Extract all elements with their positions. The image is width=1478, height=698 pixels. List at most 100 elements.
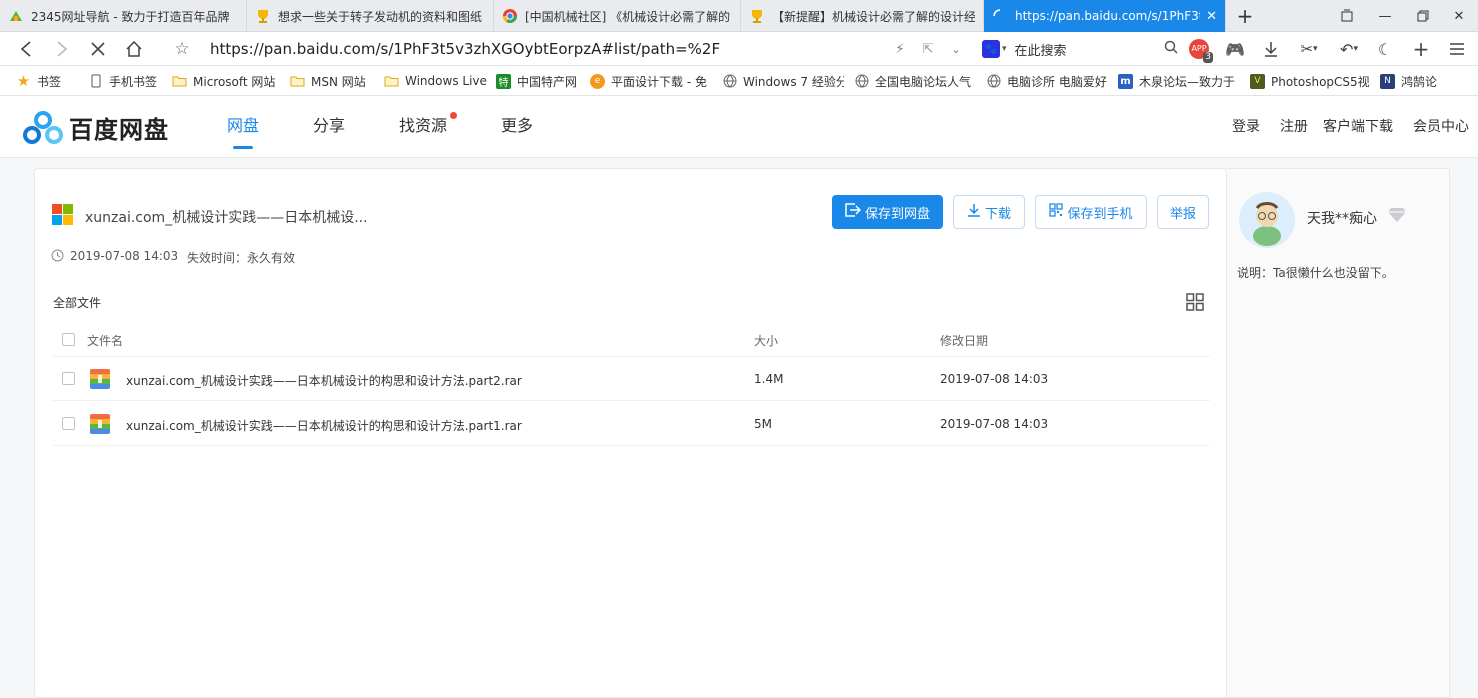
select-all-checkbox[interactable] [62, 333, 75, 346]
menu-icon[interactable] [1444, 32, 1470, 66]
night-mode-icon[interactable]: ☾ [1372, 32, 1398, 66]
button-label: 举报 [1169, 206, 1196, 222]
member-center-link[interactable]: 会员中心 [1413, 96, 1469, 158]
home-icon[interactable] [120, 32, 148, 66]
file-size: 5M [754, 417, 772, 431]
tab-reminder[interactable]: 【新提醒】机械设计必需了解的设计经 [741, 0, 984, 32]
url-field[interactable]: https://pan.baidu.com/s/1PhF3t5v3zhXGOyb… [210, 32, 720, 66]
bookmark-star-icon[interactable]: ☆ [168, 32, 196, 66]
2345-icon [8, 8, 24, 24]
sharer-description: 说明：Ta很懒什么也没留下。 [1237, 266, 1394, 280]
bookmark-label: MSN 网站 [311, 74, 366, 89]
file-name-link[interactable]: xunzai.com_机械设计实践——日本机械设计的构思和设计方法.part1.… [126, 417, 522, 434]
bookmark-label: 全国电脑论坛人气 [875, 74, 972, 89]
nav-find-resources[interactable]: 找资源 [399, 96, 447, 158]
report-button[interactable]: 举报 [1157, 195, 1209, 229]
diamond-icon [1387, 207, 1407, 226]
tab-cmiw[interactable]: [中国机械社区] 《机械设计必需了解的 [494, 0, 741, 32]
bookmark-item[interactable]: 特 中国特产网 [496, 66, 582, 96]
bookmarks-bar: ★ 书签 手机书签 Microsoft 网站 MSN 网站 Windows Li… [0, 66, 1478, 96]
tab-title: 2345网址导航 - 致力于打造百年品牌 [31, 9, 230, 24]
save-to-phone-button[interactable]: 保存到手机 [1035, 195, 1147, 229]
rar-file-icon [90, 369, 110, 389]
minimize-button[interactable]: — [1366, 0, 1404, 32]
logo-text: 百度网盘 [69, 116, 169, 144]
maximize-button[interactable] [1404, 0, 1442, 32]
column-header-date[interactable]: 修改日期 [940, 332, 988, 349]
logo[interactable]: 百度网盘 [23, 110, 169, 145]
address-toolbar: ☆ https://pan.baidu.com/s/1PhF3t5v3zhXGO… [0, 32, 1478, 66]
divider [53, 356, 1210, 357]
bookmark-item[interactable]: 手机书签 [88, 66, 164, 96]
clock-icon [51, 249, 64, 265]
bookmark-label: 鸿鹄论 [1401, 74, 1438, 89]
bookmark-item[interactable]: m 木泉论坛—致力于 [1118, 66, 1240, 96]
nav-more[interactable]: 更多 [501, 96, 533, 158]
globe-icon [722, 74, 737, 89]
bookmark-item[interactable]: Windows Live [384, 66, 490, 96]
share-expiry: 失效时间：永久有效 [187, 251, 296, 265]
close-window-button[interactable]: ✕ [1440, 0, 1478, 32]
bookmark-item[interactable]: ★ 书签 [16, 66, 76, 96]
share-icon[interactable]: ⇱ [918, 32, 938, 66]
bookmark-item[interactable]: 电脑诊所 电脑爱好 [986, 66, 1108, 96]
save-to-pan-button[interactable]: 保存到网盘 [832, 195, 943, 229]
close-tab-icon[interactable]: ✕ [1206, 9, 1217, 24]
scissors-icon[interactable]: ✂ ▾ [1292, 32, 1326, 66]
tab-title: https://pan.baidu.com/s/1PhF3t5 [1015, 9, 1201, 23]
forward-icon[interactable] [48, 32, 76, 66]
folder-icon [384, 74, 399, 89]
undo-icon[interactable]: ↶ ▾ [1332, 32, 1366, 66]
login-link[interactable]: 登录 [1232, 96, 1260, 158]
download-icon[interactable] [1258, 32, 1284, 66]
search-icon[interactable] [1164, 40, 1178, 58]
grid-view-icon[interactable] [1186, 293, 1204, 314]
column-header-name[interactable]: 文件名 [87, 332, 123, 349]
share-panel: xunzai.com_机械设计实践——日本机械设... 保存到网盘 下载 保存到… [34, 168, 1227, 698]
nav-share[interactable]: 分享 [313, 96, 345, 158]
chevron-down-icon[interactable]: ▾ [1002, 44, 1007, 54]
tab-2345[interactable]: 2345网址导航 - 致力于打造百年品牌 [0, 0, 247, 32]
search-box[interactable]: 🐾 ▾ 在此搜索 [982, 37, 1178, 61]
chrome-like-icon [502, 8, 518, 24]
sharer-name[interactable]: 天我**痴心 [1307, 208, 1377, 228]
tab-forum-question[interactable]: 想求一些关于转子发动机的资料和图纸 [247, 0, 494, 32]
pin-icon[interactable] [1328, 0, 1366, 32]
chevron-down-icon[interactable]: ⌄ [946, 32, 966, 66]
column-header-size[interactable]: 大小 [754, 332, 778, 349]
tab-baidu-pan[interactable]: https://pan.baidu.com/s/1PhF3t5 ✕ [984, 0, 1226, 32]
bookmark-item[interactable]: Windows 7 经验分 [722, 66, 844, 96]
bookmark-item[interactable]: MSN 网站 [290, 66, 376, 96]
flash-icon[interactable]: ⚡ [890, 32, 910, 66]
new-tab-button[interactable]: + [1227, 0, 1263, 32]
breadcrumb[interactable]: 全部文件 [53, 294, 101, 311]
bookmark-item[interactable]: Microsoft 网站 [172, 66, 284, 96]
file-date: 2019-07-08 14:03 [940, 417, 1049, 431]
search-input[interactable]: 在此搜索 [1015, 40, 1164, 59]
bookmark-item[interactable]: N 鸿鹄论 [1380, 66, 1444, 96]
button-label: 保存到手机 [1067, 206, 1133, 222]
qrcode-icon [1049, 203, 1064, 221]
file-checkbox[interactable] [62, 417, 75, 430]
add-icon[interactable]: + [1408, 32, 1434, 66]
back-icon[interactable] [12, 32, 40, 66]
register-link[interactable]: 注册 [1280, 96, 1308, 158]
bookmark-item[interactable]: V PhotoshopCS5视 [1250, 66, 1370, 96]
download-icon [967, 203, 981, 221]
n-icon: N [1380, 73, 1395, 89]
client-download-link[interactable]: 客户端下载 [1323, 96, 1393, 158]
apps-icon[interactable]: APP 3 [1186, 32, 1213, 66]
browser-tab-strip: 2345网址导航 - 致力于打造百年品牌 想求一些关于转子发动机的资料和图纸 [… [0, 0, 1478, 32]
gamepad-icon[interactable]: 🎮 [1222, 32, 1248, 66]
stop-loading-icon[interactable] [84, 32, 112, 66]
notification-dot [450, 112, 457, 119]
globe-icon [854, 74, 869, 89]
bookmark-item[interactable]: 全国电脑论坛人气 [854, 66, 976, 96]
baidu-paw-icon[interactable]: 🐾 [982, 40, 1000, 58]
baidu-pan-logo-icon [23, 110, 63, 144]
file-checkbox[interactable] [62, 372, 75, 385]
avatar[interactable] [1239, 192, 1295, 248]
file-name-link[interactable]: xunzai.com_机械设计实践——日本机械设计的构思和设计方法.part2.… [126, 372, 522, 389]
bookmark-item[interactable]: e 平面设计下载 - 免 [590, 66, 712, 96]
download-button[interactable]: 下载 [953, 195, 1025, 229]
